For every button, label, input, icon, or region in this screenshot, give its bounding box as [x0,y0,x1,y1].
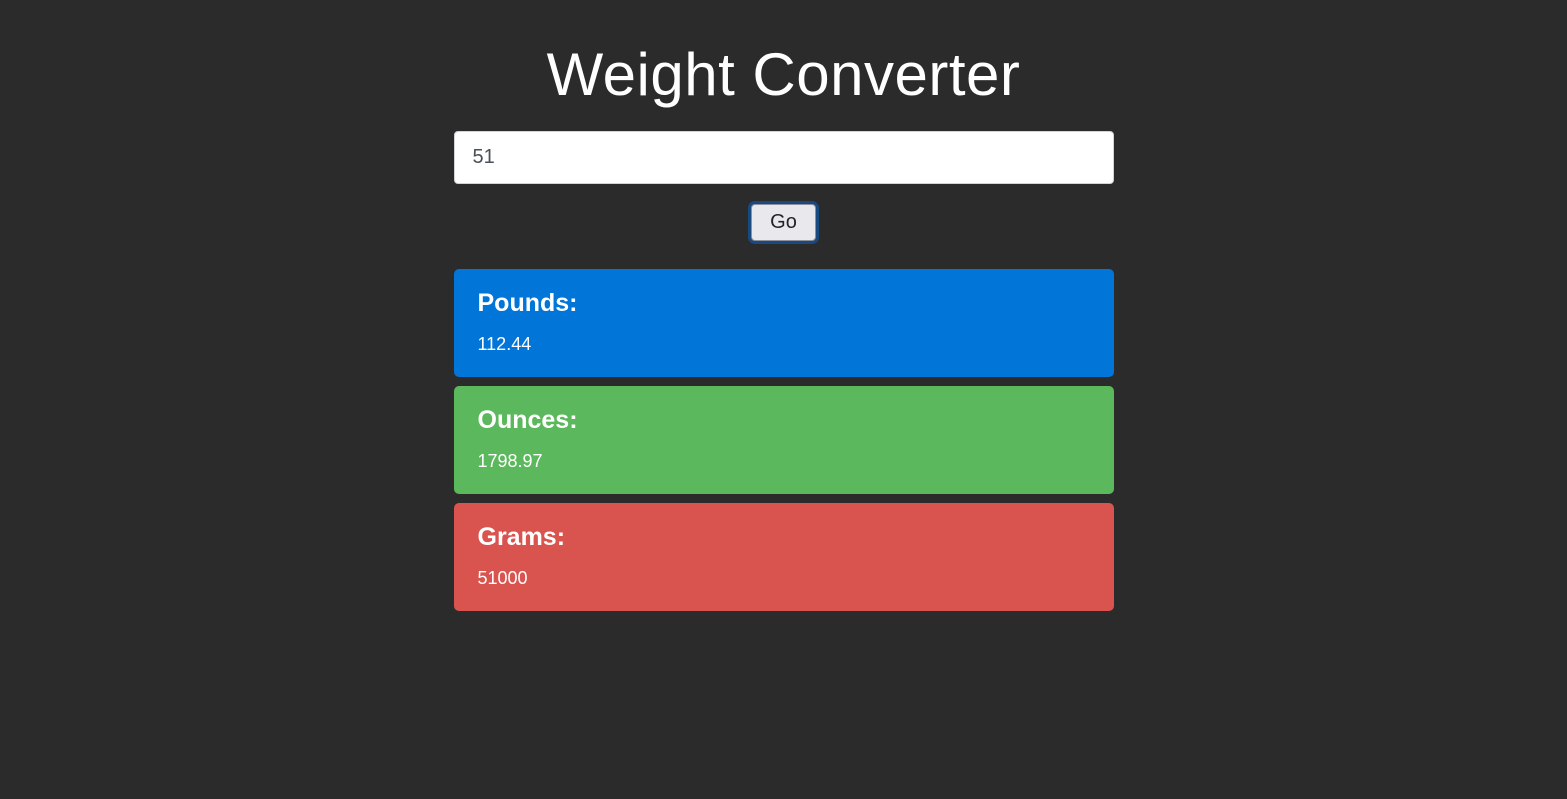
ounces-card: Ounces: 1798.97 [454,386,1114,494]
ounces-label: Ounces: [478,406,1090,435]
pounds-label: Pounds: [478,289,1090,318]
main-container: Weight Converter Go Pounds: 112.44 Ounce… [454,40,1114,620]
pounds-value: 112.44 [478,334,1090,355]
grams-card: Grams: 51000 [454,503,1114,611]
grams-label: Grams: [478,523,1090,552]
go-button[interactable]: Go [751,204,816,241]
page-title: Weight Converter [547,40,1021,109]
pounds-card: Pounds: 112.44 [454,269,1114,377]
weight-input[interactable] [454,131,1114,184]
ounces-value: 1798.97 [478,451,1090,472]
grams-value: 51000 [478,568,1090,589]
